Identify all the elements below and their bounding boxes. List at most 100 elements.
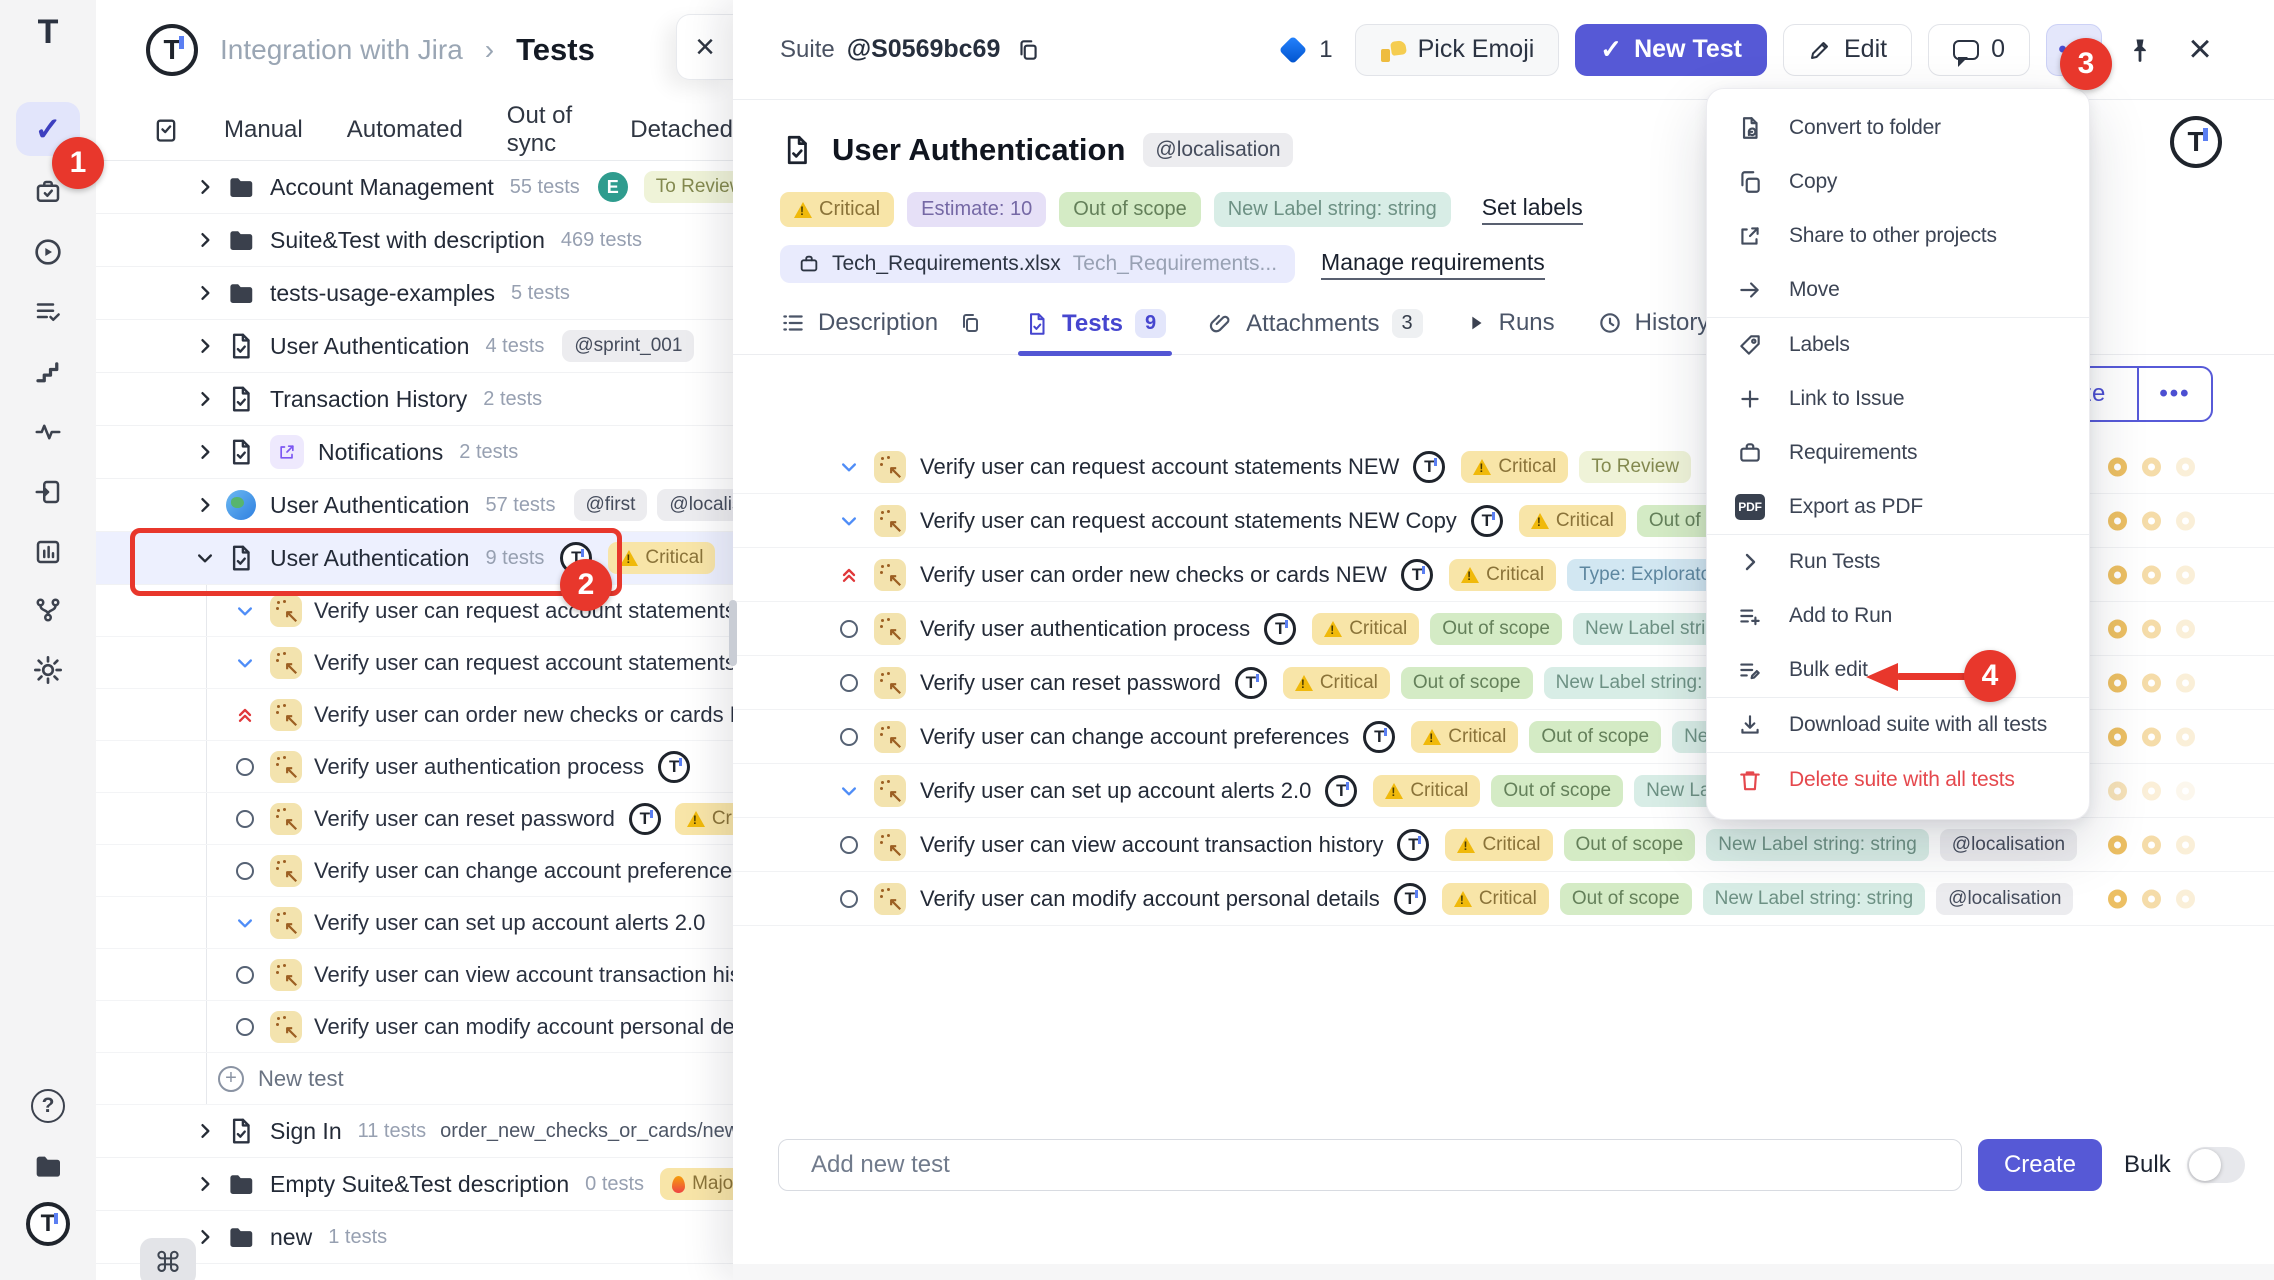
tab-history[interactable]: History: [1597, 309, 1710, 353]
menu-item-copy[interactable]: Copy: [1707, 155, 2089, 209]
chevron-right-icon[interactable]: [188, 230, 222, 250]
menu-item-add-to-run[interactable]: Add to Run: [1707, 589, 2089, 643]
chevron-down-icon[interactable]: [830, 781, 868, 801]
plus-circle-icon[interactable]: +: [218, 1066, 244, 1092]
new-test-row[interactable]: + New test: [96, 1053, 733, 1105]
annotation-step-3: 3: [2060, 38, 2112, 90]
chevron-right-icon[interactable]: [188, 177, 222, 197]
bulk-toggle[interactable]: [2187, 1147, 2245, 1183]
status-circle-icon: [226, 862, 264, 880]
tree-row-folder[interactable]: tests-usage-examples 5 tests: [96, 267, 733, 320]
menu-item-share[interactable]: Share to other projects: [1707, 209, 2089, 263]
menu-item-link-to-issue[interactable]: Link to Issue: [1707, 372, 2089, 426]
new-test-button[interactable]: ✓ New Test: [1575, 24, 1767, 76]
menu-item-convert-to-folder[interactable]: Convert to folder: [1707, 101, 2089, 155]
manage-requirements-link[interactable]: Manage requirements: [1321, 249, 1545, 280]
chevron-right-icon[interactable]: [188, 1121, 222, 1141]
test-type-icon: [874, 667, 906, 699]
shared-suite-icon: [270, 435, 304, 469]
pin-icon[interactable]: [2118, 28, 2162, 72]
tree-test-row[interactable]: Verify user can view account transaction…: [96, 949, 733, 1001]
chevron-down-icon[interactable]: [226, 653, 264, 673]
project-logo-icon[interactable]: T: [146, 24, 198, 76]
tree-test-row[interactable]: Verify user can reset password T Critica…: [96, 793, 733, 845]
test-row[interactable]: Verify user can view account transaction…: [733, 818, 2274, 872]
tree-test-row[interactable]: Verify user can request account statemen…: [96, 637, 733, 689]
help-icon[interactable]: ?: [24, 1082, 72, 1130]
tree-row-suite[interactable]: User Authentication 4 tests @sprint_001: [96, 320, 733, 373]
tree-test-row[interactable]: Verify user can order new checks or card…: [96, 689, 733, 741]
chevron-right-icon[interactable]: [188, 389, 222, 409]
tree-row-suite[interactable]: Sign In 11 tests order_new_checks_or_car…: [96, 1105, 733, 1158]
pulse-icon[interactable]: [24, 408, 72, 456]
status-circle-icon: [830, 890, 868, 908]
tree-row-suite[interactable]: Notifications 2 tests: [96, 426, 733, 479]
filter-out-of-sync[interactable]: Out of sync: [507, 102, 586, 158]
command-key-icon[interactable]: ⌘: [140, 1238, 196, 1280]
breadcrumb-project[interactable]: Integration with Jira: [220, 34, 463, 66]
tree-test-row[interactable]: Verify user can change account preferenc…: [96, 845, 733, 897]
severity-badge: Critical: [1461, 451, 1568, 483]
menu-item-delete-suite[interactable]: Delete suite with all tests: [1707, 753, 2089, 807]
tree-row-suite[interactable]: User Authentication 57 tests @first @loc…: [96, 479, 733, 532]
set-labels-link[interactable]: Set labels: [1482, 194, 1583, 225]
tree-row-folder[interactable]: Empty Suite&Test description 0 tests Maj…: [96, 1158, 733, 1211]
chevron-right-icon[interactable]: [188, 442, 222, 462]
filter-detached[interactable]: Detached: [630, 116, 733, 144]
add-new-test-input[interactable]: [778, 1139, 1962, 1191]
runs-icon[interactable]: [24, 228, 72, 276]
menu-item-bulk-edit[interactable]: Bulk edit: [1707, 643, 2089, 697]
menu-item-labels[interactable]: Labels: [1707, 318, 2089, 372]
requirement-file-badge[interactable]: Tech_Requirements.xlsx Tech_Requirements…: [780, 245, 1295, 283]
checklist-icon[interactable]: [24, 288, 72, 336]
chevron-down-icon[interactable]: [226, 601, 264, 621]
tree-test-row[interactable]: Verify user authentication process T: [96, 741, 733, 793]
menu-item-move[interactable]: Move: [1707, 263, 2089, 317]
tab-attachments[interactable]: Attachments 3: [1208, 309, 1423, 354]
close-tree-button[interactable]: ×: [676, 14, 733, 80]
menu-item-download-suite[interactable]: Download suite with all tests: [1707, 698, 2089, 752]
tab-description[interactable]: Description: [780, 309, 982, 353]
chevron-down-icon[interactable]: [830, 457, 868, 477]
test-row[interactable]: Verify user can modify account personal …: [733, 872, 2274, 926]
brand-logo-icon[interactable]: T: [24, 1200, 72, 1248]
scrollbar-thumb[interactable]: [729, 600, 737, 666]
share-icon: [1735, 223, 1765, 249]
jira-icon[interactable]: [1279, 35, 1307, 63]
create-button[interactable]: Create: [1978, 1139, 2102, 1191]
tree-row-folder[interactable]: Account Management 55 tests E To Review: [96, 161, 733, 214]
projects-folder-icon[interactable]: [24, 1142, 72, 1190]
tree-test-row[interactable]: Verify user can modify account personal …: [96, 1001, 733, 1053]
tree-row-folder[interactable]: Suite&Test with description 469 tests: [96, 214, 733, 267]
tree-test-row[interactable]: Verify user can set up account alerts 2.…: [96, 897, 733, 949]
chevron-right-icon[interactable]: [188, 1174, 222, 1194]
tree-row-name: Transaction History: [270, 386, 467, 413]
summarize-more-icon[interactable]: •••: [2139, 380, 2210, 408]
filter-manual[interactable]: Manual: [224, 116, 303, 144]
chevron-right-icon[interactable]: [188, 336, 222, 356]
chevron-right-icon[interactable]: [188, 495, 222, 515]
filter-checklist-icon[interactable]: [152, 116, 180, 144]
milestones-icon[interactable]: [24, 348, 72, 396]
filter-automated[interactable]: Automated: [347, 116, 463, 144]
menu-item-export-pdf[interactable]: PDF Export as PDF: [1707, 480, 2089, 534]
analytics-icon[interactable]: [24, 528, 72, 576]
chevron-down-icon[interactable]: [226, 913, 264, 933]
copy-suite-id-icon[interactable]: [1006, 28, 1050, 72]
menu-item-requirements[interactable]: Requirements: [1707, 426, 2089, 480]
tree-row-suite[interactable]: Transaction History 2 tests: [96, 373, 733, 426]
close-panel-button[interactable]: ×: [2178, 28, 2222, 72]
copy-icon[interactable]: [958, 311, 982, 335]
branches-icon[interactable]: [24, 586, 72, 634]
testomat-badge-icon: T: [1325, 775, 1357, 807]
chevron-right-icon[interactable]: [188, 283, 222, 303]
tab-tests[interactable]: Tests 9: [1024, 309, 1166, 354]
pull-requests-icon[interactable]: [24, 468, 72, 516]
tab-runs[interactable]: Runs: [1465, 309, 1555, 353]
edit-button[interactable]: Edit: [1783, 24, 1912, 76]
comments-button[interactable]: 0: [1928, 24, 2030, 76]
chevron-down-icon[interactable]: [830, 511, 868, 531]
settings-gear-icon[interactable]: [24, 646, 72, 694]
menu-item-run-tests[interactable]: Run Tests: [1707, 535, 2089, 589]
pick-emoji-button[interactable]: Pick Emoji: [1355, 24, 1560, 76]
